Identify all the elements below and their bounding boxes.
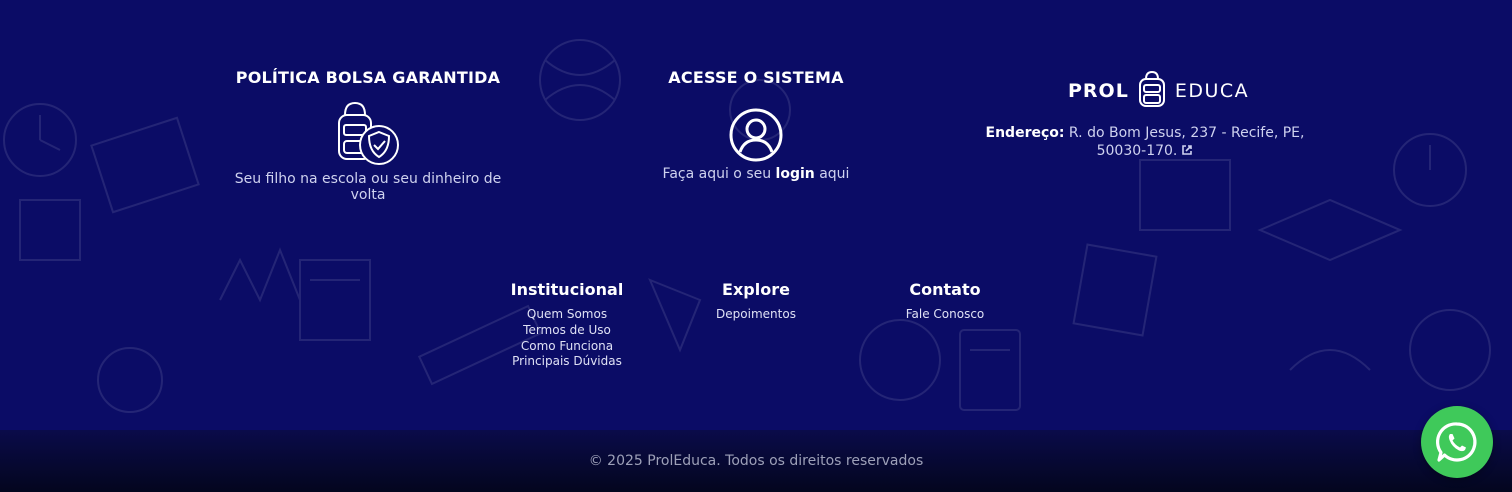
acesse-sistema-title: ACESSE O SISTEMA [668, 68, 844, 87]
school-doodle-pattern [3, 39, 1491, 413]
link-como-funciona[interactable]: Como Funciona [486, 339, 648, 355]
backpack-shield-icon [333, 99, 403, 169]
footer-bottom-bar: © 2025 ProlEduca. Todos os direitos rese… [0, 430, 1512, 492]
login-text-after: aqui [814, 166, 850, 182]
copyright-text: © 2025 ProlEduca. Todos os direitos rese… [588, 453, 924, 469]
external-link-icon[interactable] [1181, 143, 1193, 161]
nav-contato-title: Contato [909, 280, 981, 299]
link-principais-duvidas[interactable]: Principais Dúvidas [486, 354, 648, 370]
acesse-sistema-text[interactable]: Faça aqui o seu login aqui [606, 166, 906, 182]
brand-logo[interactable]: PROL EDUCA [1068, 70, 1249, 112]
nav-contato: Contato Fale Conosco [875, 280, 1015, 323]
footer-main: POLÍTICA BOLSA GARANTIDA Seu filho na es… [0, 0, 1512, 430]
link-quem-somos[interactable]: Quem Somos [486, 307, 648, 323]
link-depoimentos[interactable]: Depoimentos [686, 307, 826, 323]
bolsa-garantida-title: POLÍTICA BOLSA GARANTIDA [235, 68, 501, 87]
user-circle-icon[interactable] [728, 107, 784, 163]
login-link[interactable]: login [776, 166, 815, 182]
link-termos-de-uso[interactable]: Termos de Uso [486, 323, 648, 339]
login-text-before: Faça aqui o seu [662, 166, 776, 182]
nav-institucional: Institucional Quem Somos Termos de Uso C… [486, 280, 648, 370]
nav-explore-title: Explore [722, 280, 790, 299]
brand-prol: PROL [1068, 80, 1129, 102]
backpack-icon [1137, 70, 1167, 112]
whatsapp-button[interactable] [1421, 406, 1493, 478]
whatsapp-icon [1436, 422, 1477, 462]
address[interactable]: Endereço: R. do Bom Jesus, 237 - Recife,… [960, 124, 1330, 161]
bolsa-garantida-text: Seu filho na escola ou seu dinheiro de v… [234, 171, 502, 203]
brand-educa: EDUCA [1174, 80, 1250, 102]
address-label: Endereço: [985, 125, 1065, 141]
link-fale-conosco[interactable]: Fale Conosco [875, 307, 1015, 323]
nav-explore: Explore Depoimentos [686, 280, 826, 323]
acesse-sistema-block[interactable]: ACESSE O SISTEMA Faça aqui o seu login a… [606, 68, 906, 182]
nav-institucional-title: Institucional [510, 280, 624, 299]
bolsa-garantida-block: POLÍTICA BOLSA GARANTIDA Seu filho na es… [218, 68, 518, 203]
